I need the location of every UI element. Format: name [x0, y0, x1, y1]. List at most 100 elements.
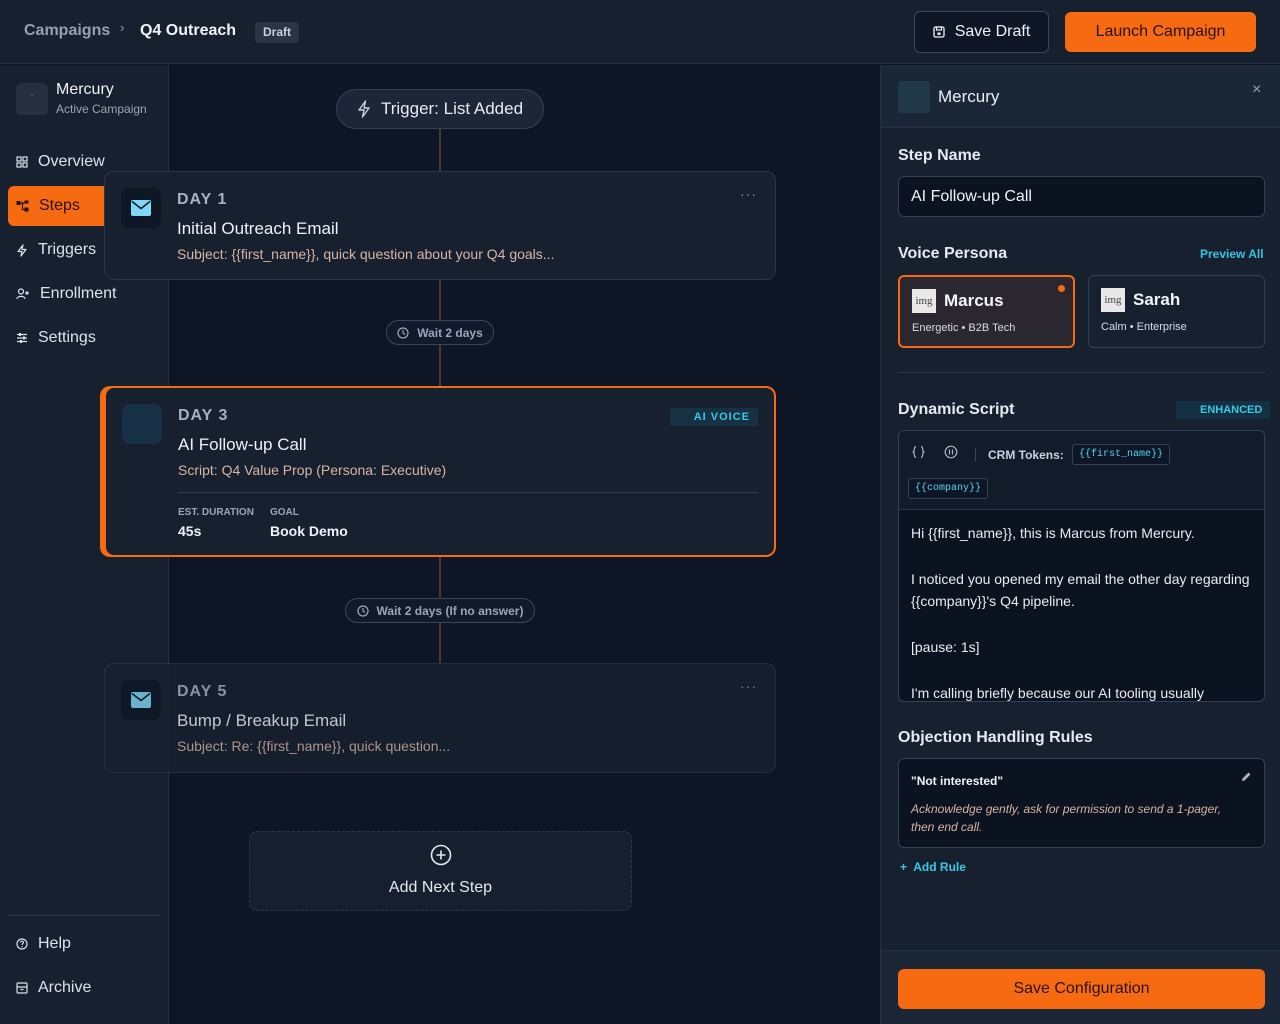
- sidebar-item-label: Triggers: [38, 241, 97, 258]
- panel-avatar: [898, 81, 930, 113]
- save-icon: [933, 26, 945, 38]
- token-first-name[interactable]: {{first_name}}: [1072, 444, 1171, 465]
- sidebar-item-label: Settings: [38, 329, 96, 346]
- sidebar-item-label: Steps: [39, 197, 80, 214]
- more-options-icon[interactable]: ···: [740, 678, 757, 694]
- script-editor[interactable]: CRM Tokens: {{first_name}} {{company}} H…: [898, 430, 1265, 702]
- panel-header: Mercury ×: [881, 65, 1280, 128]
- objection-rule[interactable]: "Not interested" Acknowledge gently, ask…: [898, 758, 1265, 848]
- goal-label: GOAL: [270, 507, 299, 518]
- persona-avatar-image: img: [1101, 288, 1125, 312]
- wait-node[interactable]: Wait 2 days: [386, 320, 494, 345]
- trigger-node[interactable]: Trigger: List Added: [336, 89, 544, 129]
- close-icon[interactable]: ×: [1252, 81, 1261, 99]
- selected-indicator: [1058, 285, 1065, 292]
- add-next-step-button[interactable]: Add Next Step: [249, 831, 632, 911]
- persona-name: Marcus: [944, 291, 1004, 310]
- add-rule-label: Add Rule: [913, 860, 966, 874]
- duration-value: 45s: [178, 523, 202, 539]
- add-rule-button[interactable]: + Add Rule: [900, 860, 966, 874]
- sidebar-item-help[interactable]: Help: [8, 924, 160, 964]
- rule-description: Acknowledge gently, ask for permission t…: [911, 802, 1221, 834]
- step-subject: Subject: Re: {{first_name}}, quick quest…: [177, 738, 451, 754]
- voice-persona-label: Voice Persona: [898, 245, 1008, 262]
- step-script: Script: Q4 Value Prop (Persona: Executiv…: [178, 462, 447, 478]
- clock-icon: [397, 326, 409, 339]
- workspace-status: Active Campaign: [56, 102, 147, 116]
- enhanced-badge: ENHANCED: [1176, 401, 1271, 419]
- sidebar-item-archive[interactable]: Archive: [8, 968, 160, 1008]
- workspace-name: Mercury: [56, 81, 114, 98]
- persona-description: Calm • Enterprise: [1101, 321, 1187, 333]
- toolbar-separator: [975, 448, 976, 462]
- ai-voice-badge: AI VOICE: [669, 408, 758, 426]
- persona-avatar-image: img: [912, 289, 936, 313]
- step-name-input[interactable]: [898, 176, 1265, 217]
- persona-name: Sarah: [1133, 290, 1181, 309]
- top-header: Campaigns › Q4 Outreach Draft Save Draft…: [0, 0, 1280, 64]
- clock-icon: [356, 604, 369, 617]
- ai-voice-step-icon: [122, 404, 162, 444]
- goal-value: Book Demo: [270, 523, 348, 539]
- more-options-icon[interactable]: ···: [740, 186, 757, 202]
- email-step-icon: [121, 680, 161, 720]
- script-text[interactable]: Hi {{first_name}}, this is Marcus from M…: [911, 522, 1251, 701]
- step-day: DAY 3: [178, 407, 229, 424]
- save-draft-label: Save Draft: [954, 23, 1031, 40]
- wait-label: Wait 2 days: [417, 325, 483, 340]
- token-company[interactable]: {{company}}: [908, 478, 989, 499]
- panel-footer: Save Configuration: [881, 950, 1280, 1024]
- panel-divider: [898, 372, 1265, 373]
- sidebar-item-label: Archive: [38, 979, 92, 996]
- sidebar-item-label: Help: [38, 935, 71, 952]
- workspace-avatar: ·: [16, 83, 48, 115]
- script-paragraph: Hi {{first_name}}, this is Marcus from M…: [911, 525, 1195, 541]
- rule-title: "Not interested": [911, 774, 1004, 788]
- pause-icon[interactable]: [944, 445, 958, 459]
- save-configuration-button[interactable]: Save Configuration: [898, 969, 1265, 1009]
- persona-description: Energetic • B2B Tech: [912, 322, 1016, 334]
- sidebar-item-settings[interactable]: Settings: [8, 318, 160, 358]
- bolt-icon: [16, 243, 28, 257]
- step-day: DAY 5: [177, 683, 228, 700]
- flow-icon: [16, 200, 29, 212]
- sidebar-item-label: Overview: [38, 153, 105, 170]
- sidebar-item-enrollment[interactable]: Enrollment: [8, 274, 160, 314]
- step-card-day-5[interactable]: DAY 5 Bump / Breakup Email Subject: Re: …: [104, 663, 776, 773]
- save-draft-button[interactable]: Save Draft: [914, 11, 1049, 53]
- step-title: AI Follow-up Call: [178, 435, 307, 454]
- step-title: Bump / Breakup Email: [177, 711, 347, 730]
- pencil-icon[interactable]: [1240, 771, 1252, 783]
- add-next-step-label: Add Next Step: [388, 879, 493, 896]
- sidebar-item-steps[interactable]: Steps: [8, 186, 104, 226]
- breadcrumb-campaigns[interactable]: Campaigns: [24, 22, 110, 40]
- card-divider: [178, 492, 758, 493]
- persona-card-sarah[interactable]: img Sarah Calm • Enterprise: [1088, 275, 1265, 348]
- script-toolbar: CRM Tokens: {{first_name}} {{company}}: [899, 431, 1264, 510]
- user-plus-icon: [16, 288, 30, 300]
- wait-node[interactable]: Wait 2 days (If no answer): [345, 598, 535, 623]
- launch-campaign-button[interactable]: Launch Campaign: [1065, 12, 1256, 52]
- breadcrumb-chevron-icon: ›: [120, 20, 125, 35]
- help-icon: [16, 938, 28, 950]
- archive-icon: [16, 982, 28, 994]
- preview-all-link[interactable]: Preview All: [1200, 247, 1264, 261]
- sidebar-divider: [8, 915, 160, 916]
- script-paragraph: [pause: 1s]: [911, 639, 980, 655]
- wait-label: Wait 2 days (If no answer): [376, 603, 524, 618]
- plus-circle-icon: [430, 844, 452, 866]
- breadcrumb-current: Q4 Outreach: [140, 22, 237, 39]
- status-badge: Draft: [255, 22, 300, 43]
- script-paragraph: I'm calling briefly because our AI tooli…: [911, 685, 1204, 701]
- step-title: Initial Outreach Email: [177, 219, 339, 238]
- step-subject: Subject: {{first_name}}, quick question …: [177, 246, 555, 262]
- persona-card-marcus[interactable]: img Marcus Energetic • B2B Tech: [898, 275, 1075, 348]
- braces-icon[interactable]: [911, 445, 926, 459]
- step-card-day-1[interactable]: DAY 1 Initial Outreach Email Subject: {{…: [104, 171, 776, 280]
- sidebar-item-label: Enrollment: [40, 285, 117, 302]
- step-config-panel: Mercury × Step Name Voice Persona Previe…: [880, 65, 1280, 1024]
- step-card-day-3[interactable]: DAY 3 AI VOICE AI Follow-up Call Script:…: [104, 386, 776, 557]
- dynamic-script-label: Dynamic Script: [898, 401, 1015, 418]
- sliders-icon: [16, 332, 28, 344]
- flow-canvas: Trigger: List Added DAY 1 Initial Outrea…: [104, 65, 880, 1024]
